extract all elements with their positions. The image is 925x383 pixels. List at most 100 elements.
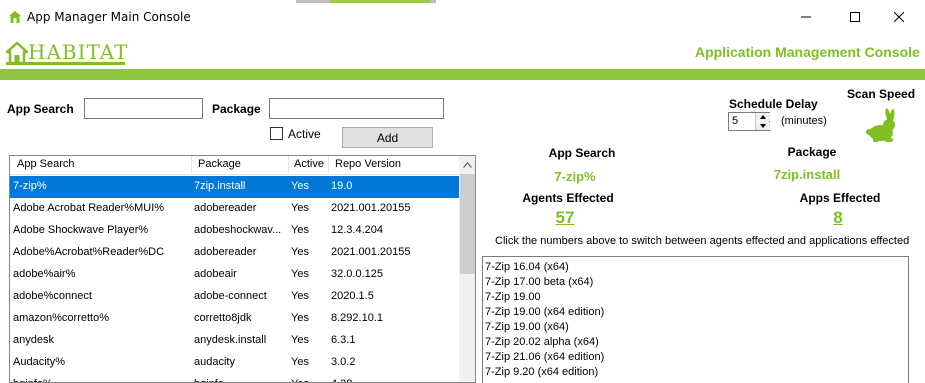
close-button[interactable] (876, 4, 922, 30)
column-header-repo-version[interactable]: Repo Version (335, 158, 401, 170)
column-divider[interactable] (288, 156, 289, 174)
cell-app-search: adobe%air% (13, 268, 76, 280)
close-icon (894, 12, 904, 22)
cell-active: Yes (291, 202, 309, 214)
chevron-up-icon (463, 161, 472, 168)
cell-package: 7zip.install (194, 180, 246, 192)
spinner-down-button[interactable] (756, 122, 770, 130)
minimize-button[interactable] (783, 4, 829, 30)
list-item[interactable]: 7-Zip 19.00 (483, 290, 604, 305)
package-input[interactable] (269, 98, 444, 119)
cell-repo-version: 2021.001.20155 (331, 202, 411, 214)
table-row[interactable]: Adobe Shockwave Player% adobeshockwav... Y… (10, 220, 459, 242)
maximize-button[interactable] (832, 4, 878, 30)
cell-app-search: bginfo% (13, 378, 189, 382)
cell-repo-version: 2021.001.20155 (331, 246, 411, 258)
cell-active: Yes (291, 290, 309, 302)
cell-active: Yes (291, 224, 309, 236)
list-item[interactable]: 7-Zip 16.04 (x64) (483, 260, 604, 275)
cell-active: Yes (291, 356, 309, 368)
detail-app-search-value: 7-zip% (554, 169, 596, 184)
column-header-package[interactable]: Package (198, 158, 241, 170)
detail-app-search-label: App Search (548, 146, 616, 160)
column-divider[interactable] (191, 156, 192, 174)
schedule-delay-label: Schedule Delay (729, 97, 818, 111)
table-row[interactable]: Adobe Acrobat Reader%MUI% adobereader Yes 2… (10, 198, 459, 220)
table-row[interactable]: adobe%air% adobeair Yes 32.0.0.125 (10, 264, 459, 286)
column-header-active[interactable]: Active (294, 158, 324, 170)
rabbit-icon[interactable] (863, 108, 899, 144)
table-row[interactable]: Audacity% audacity Yes 3.0.2 (10, 352, 459, 374)
spinner-up-button[interactable] (756, 113, 770, 121)
table-row[interactable]: bginfo% bginfo Yes 4.28 (10, 374, 459, 382)
column-header-app-search[interactable]: App Search (17, 158, 74, 170)
agents-effected-label: Agents Effected (522, 191, 614, 205)
cell-package: adobeair (194, 268, 237, 280)
table-row[interactable]: 7-zip% 7zip.install Yes 19.0 (10, 176, 459, 198)
cell-repo-version: 2020.1.5 (331, 290, 374, 302)
maximize-icon (850, 12, 860, 22)
switch-hint: Click the numbers above to switch betwee… (495, 235, 910, 247)
schedule-delay-value[interactable]: 5 (732, 115, 738, 127)
cell-active: Yes (291, 312, 309, 324)
agents-effected-count[interactable]: 57 (545, 208, 585, 228)
cell-package: adobe-connect (194, 290, 267, 302)
cell-app-search: 7-zip% (13, 180, 47, 192)
cell-active: Yes (291, 268, 309, 280)
apps-effected-count[interactable]: 8 (818, 208, 858, 228)
apps-effected-label: Apps Effected (799, 191, 881, 205)
app-search-input[interactable] (84, 98, 203, 119)
table-row[interactable]: adobe%connect adobe-connect Yes 2020.1.5 (10, 286, 459, 308)
add-button[interactable]: Add (342, 127, 433, 148)
detail-package-value: 7zip.install (773, 167, 841, 182)
table-header: App Search Package Active Repo Version (10, 156, 459, 175)
schedule-delay-spinner[interactable]: 5 (728, 112, 770, 131)
app-table[interactable]: App Search Package Active Repo Version 7… (9, 155, 476, 383)
cell-active: Yes (291, 180, 309, 192)
cell-package: anydesk.install (194, 334, 267, 346)
list-item[interactable]: 7-Zip 20.02 alpha (x64) (483, 335, 604, 350)
schedule-delay-unit: (minutes) (781, 115, 827, 127)
caret-down-icon (760, 124, 766, 128)
active-checkbox[interactable] (270, 127, 283, 140)
list-item[interactable]: 7-Zip 19.00 (x64) (483, 320, 604, 335)
cell-package: adobeshockwav... (194, 224, 282, 236)
column-divider[interactable] (328, 156, 329, 174)
cell-repo-version: 8.292.10.1 (331, 312, 383, 324)
detail-package-label: Package (787, 145, 837, 159)
package-label: Package (212, 102, 261, 116)
cell-active: Yes (291, 378, 327, 382)
cell-app-search: Adobe%Acrobat%Reader%DC (13, 246, 165, 258)
header-accent-bar (0, 69, 925, 80)
background-window-edge-accent (330, 0, 430, 3)
scrollbar-thumb[interactable] (460, 174, 475, 274)
cell-app-search: Adobe Shockwave Player% (13, 224, 149, 236)
cell-app-search: amazon%corretto% (13, 312, 109, 324)
effected-list[interactable]: 7-Zip 16.04 (x64) 7-Zip 17.00 beta (x64) 7… (482, 256, 909, 383)
caret-up-icon (760, 115, 766, 119)
effected-list-items: 7-Zip 16.04 (x64) 7-Zip 17.00 beta (x64) 7… (483, 260, 604, 380)
console-title: Application Management Console (695, 44, 920, 60)
table-row[interactable]: amazon%corretto% corretto8jdk Yes 8.292.10.… (10, 308, 459, 330)
cell-repo-version: 19.0 (331, 180, 353, 192)
table-body: 7-zip% 7zip.install Yes 19.0 Adobe Acrobat R… (10, 176, 459, 382)
scan-speed-label: Scan Speed (847, 87, 916, 101)
list-item[interactable]: 7-Zip 9.20 (x64 edition) (483, 365, 604, 380)
cell-repo-version: 3.0.2 (331, 356, 356, 368)
scroll-up-button[interactable] (459, 156, 475, 173)
logo-underline (6, 62, 125, 65)
cell-app-search: adobe%connect (13, 290, 92, 302)
cell-app-search: Audacity% (13, 356, 65, 368)
list-item[interactable]: 7-Zip 21.06 (x64 edition) (483, 350, 604, 365)
list-item[interactable]: 7-Zip 17.00 beta (x64) (483, 275, 604, 290)
table-vertical-scrollbar[interactable] (459, 156, 475, 382)
cell-package: audacity (194, 356, 235, 368)
house-icon (9, 11, 21, 23)
cell-active: Yes (291, 334, 309, 346)
cell-package: corretto8jdk (194, 312, 252, 324)
cell-package: adobereader (194, 202, 257, 214)
table-row[interactable]: anydesk anydesk.install Yes 6.3.1 (10, 330, 459, 352)
list-item[interactable]: 7-Zip 19.00 (x64 edition) (483, 305, 604, 320)
table-row[interactable]: Adobe%Acrobat%Reader%DC adobereader Yes 202… (10, 242, 459, 264)
cell-repo-version: 32.0.0.125 (331, 268, 383, 280)
